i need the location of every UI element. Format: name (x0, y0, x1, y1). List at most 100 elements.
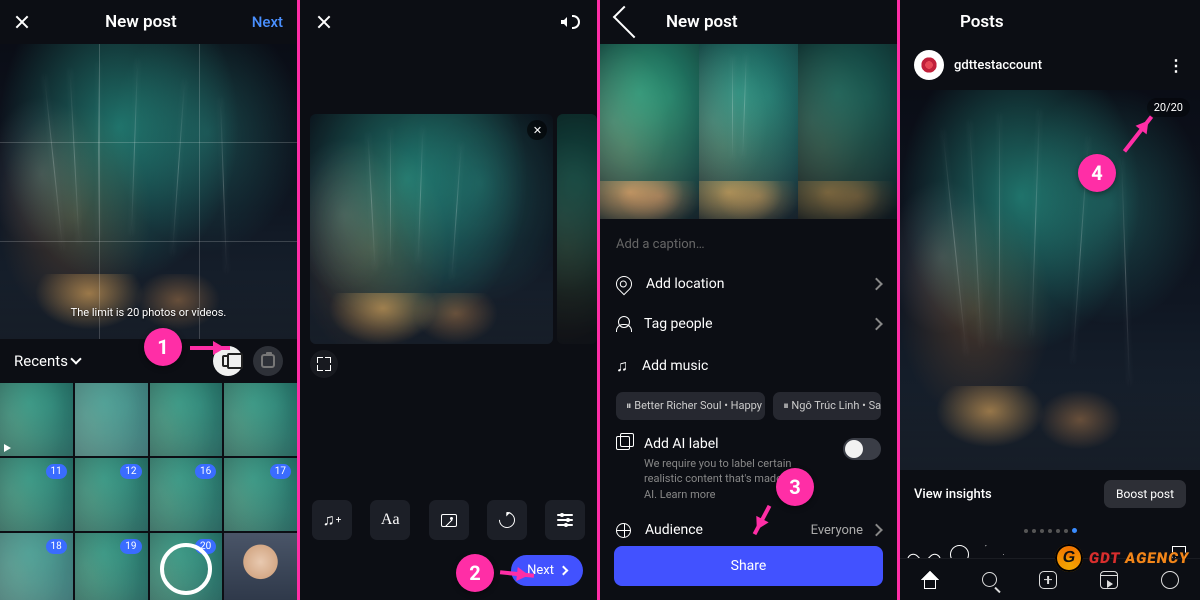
author-username[interactable]: gdttestaccount (954, 58, 1042, 73)
boost-post-button[interactable]: Boost post (1104, 480, 1186, 508)
expand-button[interactable] (310, 350, 338, 378)
camera-icon (261, 354, 275, 368)
select-order-badge: 16 (195, 464, 216, 479)
tag-people-row[interactable]: Tag people (600, 304, 897, 344)
more-options-button[interactable]: ⋮ (1168, 56, 1186, 75)
panel1-header: New post Next (0, 0, 297, 44)
album-label: Recents (14, 352, 68, 370)
album-selector-row: Recents (0, 339, 297, 383)
audience-label: Audience (645, 522, 703, 538)
panel-1-gallery-picker: New post Next The limit is 20 photos or … (0, 0, 300, 600)
limit-message: The limit is 20 photos or videos. (0, 306, 297, 319)
portrait-thumb (224, 533, 297, 600)
step-number: 2 (456, 554, 494, 592)
preview-thumb[interactable] (798, 44, 897, 219)
nav-profile[interactable] (1161, 571, 1179, 589)
selection-ring (160, 543, 212, 595)
avatar-logo (920, 56, 938, 74)
add-music-row[interactable]: ♫ Add music (600, 344, 897, 388)
expand-icon (317, 357, 331, 371)
share-button[interactable]: Share (614, 546, 883, 586)
nav-create[interactable] (1039, 571, 1057, 589)
panel3-title: New post (666, 12, 738, 32)
rotate-icon (495, 509, 518, 532)
select-order-badge: 18 (46, 539, 67, 554)
gallery-item[interactable] (75, 383, 148, 456)
gallery-item[interactable]: 11 (0, 458, 73, 531)
sticker-tool[interactable] (429, 500, 469, 540)
panel-3-compose: New post Add a caption… Add location Tag… (600, 0, 900, 600)
video-icon (4, 444, 11, 452)
sound-toggle[interactable] (561, 12, 581, 32)
gallery-item[interactable]: 16 (150, 458, 223, 531)
panel2-header (300, 0, 597, 44)
nav-reels[interactable] (1100, 571, 1118, 589)
ai-label-row[interactable]: Add AI label We require you to label cer… (600, 434, 897, 512)
preview-thumb[interactable] (699, 44, 798, 219)
crop-preview[interactable]: The limit is 20 photos or videos. (0, 44, 297, 339)
gallery-item[interactable] (150, 383, 223, 456)
ai-toggle[interactable] (843, 438, 881, 460)
audience-row[interactable]: Audience Everyone (600, 512, 897, 548)
picture-icon (441, 514, 457, 527)
next-button[interactable]: Next (511, 555, 583, 586)
gallery-item[interactable]: 18 (0, 533, 73, 600)
caption-input[interactable]: Add a caption… (600, 219, 897, 264)
gallery-item[interactable]: 12 (75, 458, 148, 531)
music-suggestions: ⏸ Better Richer Soul • Happy Mood ⏸ Ngô … (600, 388, 897, 434)
album-dropdown[interactable]: Recents (14, 352, 80, 370)
gallery-item[interactable] (224, 383, 297, 456)
author-avatar[interactable] (914, 50, 944, 80)
post-image[interactable]: 20/20 (900, 90, 1200, 470)
panel-4-feed-post: Posts gdttestaccount ⋮ 20/20 View insigh… (900, 0, 1200, 600)
panel4-title: Posts (960, 12, 1004, 32)
sliders-icon (557, 514, 573, 526)
music-chip[interactable]: ⏸ Better Richer Soul • Happy Mood (616, 392, 765, 420)
text-tool[interactable]: Aa (370, 500, 410, 540)
open-camera-button[interactable] (253, 346, 283, 376)
carousel-counter: 20/20 (1147, 98, 1190, 117)
carousel-item[interactable] (557, 114, 597, 344)
preview-thumb[interactable] (600, 44, 699, 219)
speaker-icon (561, 17, 567, 27)
carousel-item[interactable]: ✕ (310, 114, 553, 344)
multi-select-icon (222, 355, 234, 367)
ai-title: Add AI label (644, 436, 814, 452)
next-link[interactable]: Next (252, 13, 283, 31)
music-icon: ♫ (323, 510, 335, 530)
gallery-item[interactable]: 17 (224, 458, 297, 531)
nav-home[interactable] (921, 571, 939, 589)
close-icon[interactable] (316, 14, 332, 30)
back-icon[interactable] (914, 0, 942, 44)
gallery-item[interactable]: 19 (75, 533, 148, 600)
music-icon: ♫ (616, 356, 628, 376)
nav-search[interactable] (982, 572, 997, 587)
select-order-badge: 11 (46, 464, 67, 479)
music-tool[interactable]: ♫+ (312, 500, 352, 540)
gallery-item[interactable] (0, 383, 73, 456)
arrow-right-icon (559, 566, 569, 576)
annotation-2: 2 (456, 554, 494, 592)
panel4-header: Posts (900, 0, 1200, 44)
panel1-title: New post (105, 12, 177, 32)
back-icon[interactable] (613, 6, 646, 39)
adjust-tool[interactable] (545, 500, 585, 540)
gallery-item[interactable]: 20 (150, 533, 223, 600)
ai-subtitle: We require you to label certain realisti… (644, 456, 814, 502)
multi-select-button[interactable] (213, 346, 243, 376)
location-icon (613, 273, 636, 296)
effects-tool[interactable] (487, 500, 527, 540)
panel3-header: New post (600, 0, 897, 44)
add-location-row[interactable]: Add location (600, 264, 897, 304)
close-icon[interactable] (14, 14, 30, 30)
select-order-badge: 17 (270, 464, 291, 479)
selected-media-carousel[interactable]: ✕ (300, 114, 597, 344)
media-preview-strip[interactable] (600, 44, 897, 219)
view-insights-link[interactable]: View insights (914, 487, 992, 502)
post-author-row: gdttestaccount ⋮ (900, 44, 1200, 90)
preview-image (0, 44, 297, 339)
audience-value: Everyone (811, 523, 863, 538)
music-chip[interactable]: ⏸ Ngô Trúc Linh • Say H (773, 392, 881, 420)
gallery-item[interactable] (224, 533, 297, 600)
duplicate-icon (616, 436, 630, 450)
